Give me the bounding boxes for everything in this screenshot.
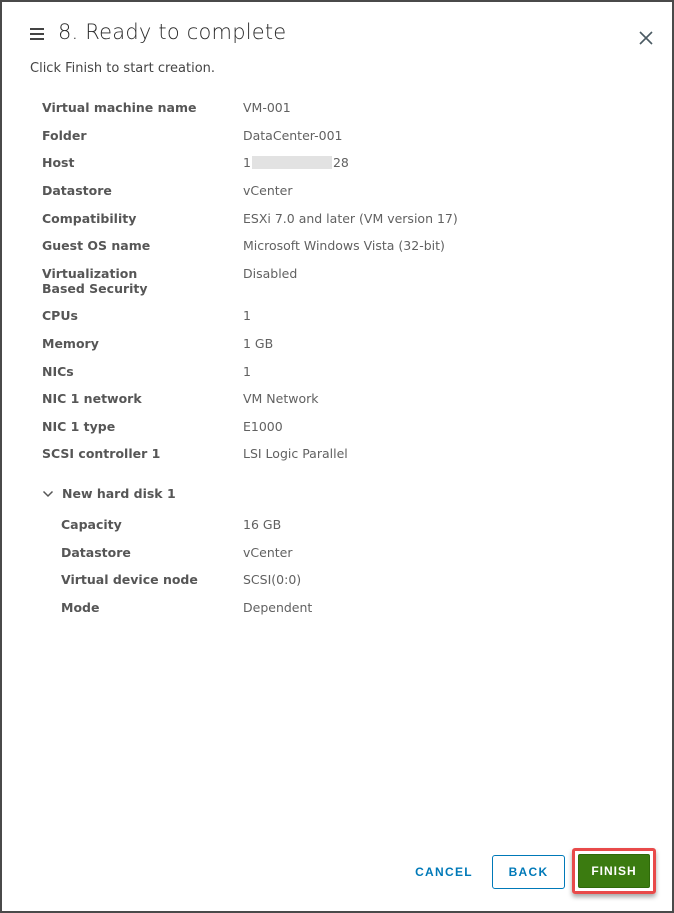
row-label: Guest OS name: [42, 238, 151, 253]
summary-row-nics: NICs 1: [42, 361, 642, 388]
host-prefix: 1: [243, 155, 251, 170]
dialog-header: 8. Ready to complete: [2, 2, 672, 62]
summary-row-cpus: CPUs 1: [42, 305, 642, 333]
disk-group-title: New hard disk 1: [62, 486, 176, 501]
row-value: vCenter: [243, 545, 293, 560]
row-label: Folder: [42, 128, 87, 143]
row-value: ESXi 7.0 and later (VM version 17): [243, 211, 458, 226]
summary-row-memory: Memory 1 GB: [42, 333, 642, 361]
host-suffix: 28: [332, 155, 349, 170]
row-label: Datastore: [61, 545, 131, 560]
dialog-footer: CANCEL BACK FINISH: [2, 847, 672, 897]
summary-row-compatibility: Compatibility ESXi 7.0 and later (VM ver…: [42, 208, 642, 235]
hamburger-icon[interactable]: [30, 28, 44, 42]
cancel-button[interactable]: CANCEL: [404, 855, 484, 889]
page-subtitle: Click Finish to start creation.: [30, 61, 216, 76]
row-value: 1 GB: [243, 336, 274, 351]
summary-row-guest-os: Guest OS name Microsoft Windows Vista (3…: [42, 235, 642, 263]
row-value: 1: [243, 308, 251, 323]
wizard-dialog: 8. Ready to complete Click Finish to sta…: [0, 0, 674, 913]
row-value: Disabled: [243, 266, 298, 281]
summary-row-host: Host 1 28: [42, 152, 642, 180]
row-value: VM Network: [243, 391, 319, 406]
disk-row-device-node: Virtual device node SCSI(0:0): [61, 569, 641, 597]
close-icon[interactable]: [639, 31, 653, 45]
back-button[interactable]: BACK: [492, 855, 565, 889]
row-label: NIC 1 type: [42, 419, 116, 434]
row-label: Virtual device node: [61, 572, 198, 587]
summary-row-nic1-network: NIC 1 network VM Network: [42, 388, 642, 416]
row-value: 16 GB: [243, 517, 282, 532]
row-label: NICs: [42, 364, 74, 379]
row-value: E1000: [243, 419, 283, 434]
row-label: Virtual machine name: [42, 100, 197, 115]
row-value: Microsoft Windows Vista (32-bit): [243, 238, 445, 253]
disk-details-list: Capacity 16 GB Datastore vCenter Virtual…: [61, 514, 641, 625]
row-value: VM-001: [243, 100, 291, 115]
page-title: 8. Ready to complete: [58, 20, 287, 44]
summary-row-scsi-controller: SCSI controller 1 LSI Logic Parallel: [42, 443, 642, 471]
summary-row-vbs: Virtualization Based Security Disabled: [42, 263, 642, 305]
row-label: Mode: [61, 600, 100, 615]
row-label: SCSI controller 1: [42, 446, 161, 461]
summary-row-folder: Folder DataCenter-001: [42, 125, 642, 152]
finish-button[interactable]: FINISH: [578, 854, 650, 888]
summary-row-nic1-type: NIC 1 type E1000: [42, 416, 642, 443]
disk-group-toggle[interactable]: New hard disk 1: [42, 486, 176, 501]
summary-row-vm-name: Virtual machine name VM-001: [42, 97, 642, 125]
row-label: Memory: [42, 336, 99, 351]
row-value: 1: [243, 364, 251, 379]
summary-list: Virtual machine name VM-001 Folder DataC…: [42, 97, 642, 471]
row-value: DataCenter-001: [243, 128, 343, 143]
row-label: Datastore: [42, 183, 112, 198]
disk-row-capacity: Capacity 16 GB: [61, 514, 641, 542]
row-label: Compatibility: [42, 211, 137, 226]
row-value: vCenter: [243, 183, 293, 198]
row-value: LSI Logic Parallel: [243, 446, 348, 461]
finish-highlight: FINISH: [572, 848, 656, 894]
row-label: Capacity: [61, 517, 122, 532]
row-label: CPUs: [42, 308, 78, 323]
summary-row-datastore: Datastore vCenter: [42, 180, 642, 208]
row-label: Host: [42, 155, 75, 170]
row-label: Virtualization Based Security: [42, 266, 148, 296]
row-value: Dependent: [243, 600, 313, 615]
chevron-down-icon: [42, 490, 54, 497]
row-value: 1 28: [243, 152, 349, 180]
row-value: SCSI(0:0): [243, 572, 302, 587]
redacted-block: [251, 156, 332, 169]
row-label: NIC 1 network: [42, 391, 142, 406]
disk-row-datastore: Datastore vCenter: [61, 542, 641, 569]
disk-row-mode: Mode Dependent: [61, 597, 641, 625]
